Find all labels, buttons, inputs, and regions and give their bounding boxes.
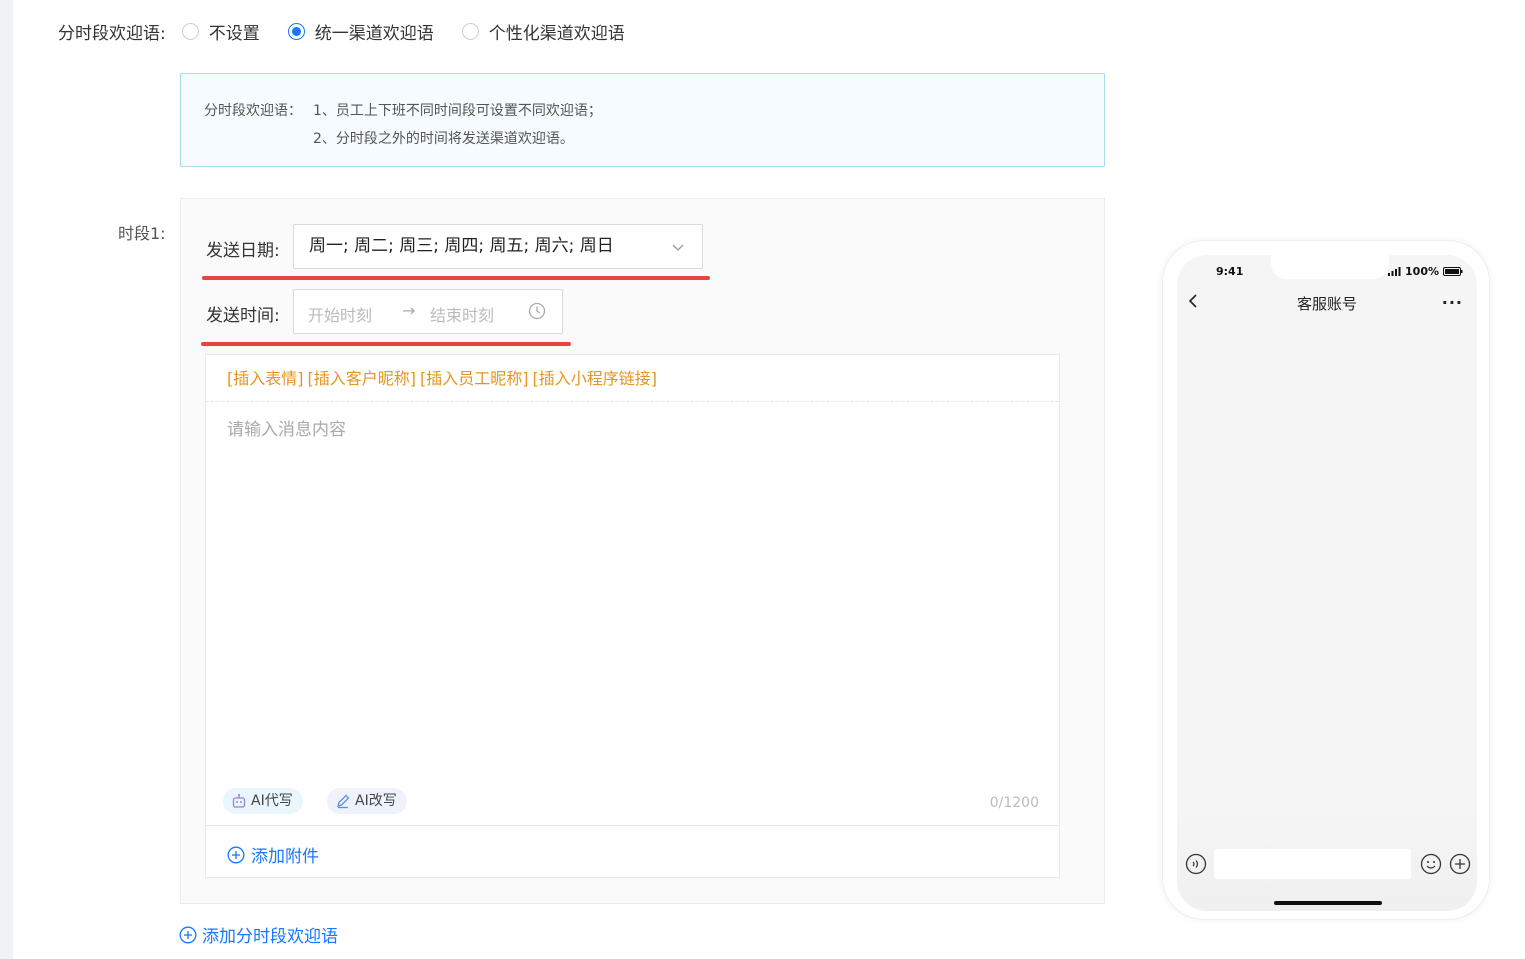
more-icon[interactable]: ··· [1442,293,1463,312]
radio-dot[interactable] [181,22,199,40]
phone-screen: 9:41 100% 客服账号 ··· [1177,255,1477,911]
ai-rewrite-button[interactable]: AI改写 [327,788,407,814]
welcome-mode-row: 分时段欢迎语: 不设置 统一渠道欢迎语 个性化渠道欢迎语 [58,18,653,44]
range-arrow: → [402,301,416,320]
left-strip [0,0,13,959]
ai-rewrite-label: AI改写 [355,793,397,809]
radio-dot[interactable] [461,22,479,40]
insert-customer-nickname-link[interactable]: [插入客户昵称] [308,369,417,388]
char-counter: 0/1200 [989,795,1039,811]
chat-title: 客服账号 [1296,295,1357,313]
phone-notch [1271,255,1389,279]
radio-none-label: 不设置 [208,23,260,44]
plus-circle-icon [227,846,245,863]
chat-input[interactable] [1214,849,1411,879]
end-time-placeholder[interactable]: 结束时刻 [430,302,494,326]
plus-icon[interactable] [1449,853,1471,875]
tip-box: 分时段欢迎语： 1、员工上下班不同时间段可设置不同欢迎语； 2、分时段之外的时间… [180,73,1105,167]
chevron-down-icon [672,244,684,251]
message-editor: [插入表情] [插入客户昵称] [插入员工昵称] [插入小程序链接] 请输入消息内容 … [205,354,1060,878]
robot-icon [232,794,246,808]
period-label: 时段1: [118,224,166,243]
add-attachment-label: 添加附件 [251,847,319,867]
pen-icon [337,794,350,809]
send-time-range-picker[interactable]: 开始时刻 → 结束时刻 [293,289,563,334]
radio-unified[interactable]: 统一渠道欢迎语 [287,19,434,44]
send-date-label: 发送日期: [206,241,280,261]
add-period-button[interactable]: 添加分时段欢迎语 [179,922,338,947]
tip-label: 分时段欢迎语： [204,103,302,119]
send-date-value: 周一; 周二; 周三; 周四; 周五; 周六; 周日 [309,236,614,256]
send-date-select[interactable]: 周一; 周二; 周三; 周四; 周五; 周六; 周日 [293,224,703,269]
start-time-placeholder[interactable]: 开始时刻 [308,302,372,326]
battery-text: 100% [1405,265,1439,278]
insert-staff-nickname-link[interactable]: [插入员工昵称] [420,369,529,388]
radio-dot[interactable] [287,22,305,40]
signal-icon [1388,267,1401,276]
ai-write-button[interactable]: AI代写 [223,788,303,814]
message-input[interactable]: 请输入消息内容 [227,415,346,440]
time-underline [201,342,571,346]
attachment-bar: 添加附件 [206,825,1059,878]
home-indicator [1274,901,1382,905]
date-underline [202,276,710,280]
tip-line-1: 1、员工上下班不同时间段可设置不同欢迎语； [313,103,602,119]
tip-line-2: 2、分时段之外的时间将发送渠道欢迎语。 [313,131,574,147]
radio-personalized-label: 个性化渠道欢迎语 [488,23,625,44]
add-period-label: 添加分时段欢迎语 [202,927,338,947]
radio-none[interactable]: 不设置 [181,19,260,44]
phone-preview: 9:41 100% 客服账号 ··· [1162,240,1490,920]
send-time-label: 发送时间: [206,306,280,326]
add-attachment-button[interactable]: 添加附件 [227,842,319,867]
status-time: 9:41 [1216,265,1244,278]
ai-write-label: AI代写 [251,793,293,809]
radio-personalized[interactable]: 个性化渠道欢迎语 [461,19,625,44]
radio-unified-label: 统一渠道欢迎语 [314,23,434,44]
emoji-icon[interactable] [1420,853,1442,875]
insert-toolbar: [插入表情] [插入客户昵称] [插入员工昵称] [插入小程序链接] [206,355,1059,402]
insert-emoji-link[interactable]: [插入表情] [227,369,304,388]
welcome-mode-label: 分时段欢迎语: [58,23,166,44]
insert-miniprogram-link[interactable]: [插入小程序链接] [533,369,658,388]
status-right: 100% [1388,265,1463,278]
clock-icon [528,302,546,320]
battery-icon [1443,267,1463,276]
voice-icon[interactable] [1185,853,1207,875]
plus-circle-icon [179,926,197,943]
